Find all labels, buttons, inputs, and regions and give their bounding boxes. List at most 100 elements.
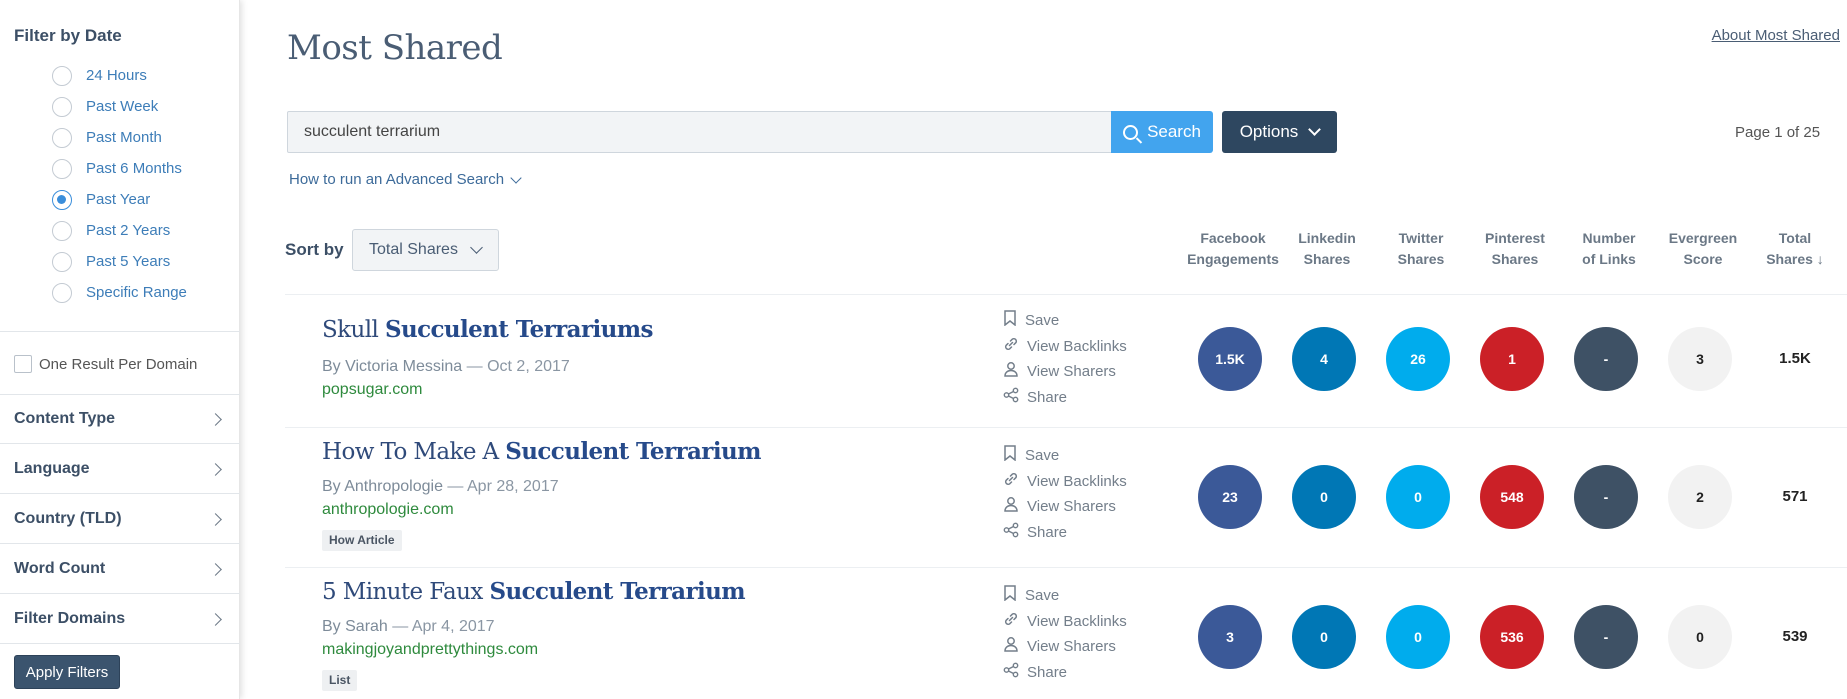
title-plain: 5 Minute Faux [322, 579, 490, 605]
date-option[interactable]: Past 2 Years [52, 215, 187, 246]
save-action[interactable]: Save [1003, 445, 1059, 465]
twitter-shares-badge[interactable]: 0 [1386, 605, 1450, 669]
sidebar-divider [0, 331, 240, 332]
view-sharers-action[interactable]: View Sharers [1003, 636, 1116, 656]
title-highlight: Succulent Terrarium [505, 438, 761, 465]
facebook-engagements-badge[interactable]: 23 [1198, 465, 1262, 529]
chevron-down-icon [470, 241, 483, 254]
one-result-checkbox[interactable] [14, 355, 32, 373]
view-backlinks-action[interactable]: View Backlinks [1003, 611, 1127, 631]
radio-button[interactable] [52, 251, 72, 272]
article-title-link[interactable]: How To Make A Succulent Terrarium [322, 438, 761, 465]
page-indicator: Page 1 of 25 [1735, 124, 1821, 141]
pinterest-shares-badge[interactable]: 1 [1480, 327, 1544, 391]
number-of-links-badge[interactable]: - [1574, 605, 1638, 669]
chevron-right-icon [209, 612, 222, 626]
date-option[interactable]: Past 6 Months [52, 153, 187, 184]
chevron-down-icon [510, 171, 522, 184]
evergreen-score-badge[interactable]: 3 [1668, 327, 1732, 391]
share-action[interactable]: Share [1003, 522, 1067, 542]
title-highlight: Succulent Terrarium [489, 578, 746, 605]
number-of-links-badge[interactable]: - [1574, 465, 1638, 529]
facebook-engagements-badge[interactable]: 1.5K [1198, 327, 1262, 391]
twitter-shares-badge[interactable]: 26 [1386, 327, 1450, 391]
filter-section-content-type[interactable]: Content Type [0, 395, 240, 444]
radio-button[interactable] [52, 282, 72, 303]
share-action[interactable]: Share [1003, 662, 1067, 682]
options-dropdown-button[interactable]: Options [1222, 111, 1337, 153]
apply-filters-button[interactable]: Apply Filters [14, 655, 120, 689]
sort-select[interactable]: Total Shares [352, 229, 499, 271]
date-option-label: Past Year [86, 191, 151, 208]
evergreen-score-badge[interactable]: 2 [1668, 465, 1732, 529]
evergreen-score-badge[interactable]: 0 [1668, 605, 1732, 669]
chevron-right-icon [209, 562, 222, 576]
date-option[interactable]: Past Month [52, 122, 187, 153]
filter-section-filter-domains[interactable]: Filter Domains [0, 595, 240, 644]
column-header-line: Number [1582, 230, 1636, 246]
date-option[interactable]: Past Week [52, 91, 187, 122]
save-action[interactable]: Save [1003, 310, 1059, 330]
view-sharers-action[interactable]: View Sharers [1003, 496, 1116, 516]
filter-section-label: Word Count [14, 560, 106, 577]
about-most-shared-link[interactable]: About Most Shared [1712, 27, 1840, 44]
search-input[interactable] [287, 111, 1112, 153]
linkedin-shares-badge[interactable]: 0 [1292, 605, 1356, 669]
search-button[interactable]: Search [1111, 111, 1213, 153]
date-option[interactable]: Past Year [52, 184, 187, 215]
twitter-shares-badge[interactable]: 0 [1386, 465, 1450, 529]
column-header[interactable]: Twitter Shares [1371, 228, 1471, 270]
column-header[interactable]: Evergreen Score [1653, 228, 1753, 270]
save-action[interactable]: Save [1003, 585, 1059, 605]
article-title-link[interactable]: 5 Minute Faux Succulent Terrarium [322, 578, 746, 605]
article-author[interactable]: By Victoria Messina [322, 358, 462, 375]
column-header[interactable]: Facebook Engagements [1183, 228, 1283, 270]
number-of-links-badge[interactable]: - [1574, 327, 1638, 391]
view-backlinks-action[interactable]: View Backlinks [1003, 471, 1127, 491]
sort-by-label: Sort by [285, 240, 344, 259]
pinterest-shares-badge[interactable]: 548 [1480, 465, 1544, 529]
column-header[interactable]: Pinterest Shares [1465, 228, 1565, 270]
filter-section-country-tld[interactable]: Country (TLD) [0, 495, 240, 544]
linkedin-shares-badge[interactable]: 0 [1292, 465, 1356, 529]
title-plain: Skull [322, 317, 385, 343]
article-date: — Apr 4, 2017 [387, 618, 495, 635]
one-result-per-domain[interactable]: One Result Per Domain [14, 355, 197, 373]
options-label: Options [1239, 122, 1299, 141]
filter-section-word-count[interactable]: Word Count [0, 545, 240, 594]
chevron-right-icon [209, 512, 222, 526]
facebook-engagements-badge[interactable]: 3 [1198, 605, 1262, 669]
action-label: View Backlinks [1027, 472, 1127, 490]
radio-button[interactable] [52, 65, 72, 86]
pinterest-shares-badge[interactable]: 536 [1480, 605, 1544, 669]
article-byline: By Sarah — Apr 4, 2017 [322, 618, 495, 636]
view-backlinks-action[interactable]: View Backlinks [1003, 336, 1127, 356]
radio-button[interactable] [52, 96, 72, 117]
article-domain-link[interactable]: popsugar.com [322, 381, 423, 399]
article-author[interactable]: By Sarah [322, 618, 388, 635]
radio-button[interactable] [52, 127, 72, 148]
share-action[interactable]: Share [1003, 387, 1067, 407]
linkedin-shares-badge[interactable]: 4 [1292, 327, 1356, 391]
date-option[interactable]: Past 5 Years [52, 246, 187, 277]
view-sharers-action[interactable]: View Sharers [1003, 361, 1116, 381]
column-header-line: Shares [1397, 251, 1445, 267]
radio-button[interactable] [52, 220, 72, 241]
bookmark-icon [1003, 310, 1025, 330]
article-author[interactable]: By Anthropologie [322, 478, 443, 495]
radio-button[interactable] [52, 189, 72, 210]
column-header[interactable]: Linkedin Shares [1277, 228, 1377, 270]
advanced-search-link[interactable]: How to run an Advanced Search [289, 171, 522, 188]
date-option[interactable]: Specific Range [52, 277, 187, 308]
filter-section-language[interactable]: Language [0, 445, 240, 494]
date-option[interactable]: 24 Hours [52, 60, 187, 91]
date-option-label: Past 6 Months [86, 160, 182, 177]
column-header-line: Total [1778, 230, 1812, 246]
article-title-link[interactable]: Skull Succulent Terrariums [322, 316, 653, 343]
column-header[interactable]: Total Shares ↓ [1745, 228, 1845, 270]
article-domain-link[interactable]: makingjoyandprettythings.com [322, 641, 538, 659]
column-header[interactable]: Number of Links [1559, 228, 1659, 270]
article-domain-link[interactable]: anthropologie.com [322, 501, 454, 519]
radio-button[interactable] [52, 158, 72, 179]
column-header-line: Shares [1491, 251, 1539, 267]
